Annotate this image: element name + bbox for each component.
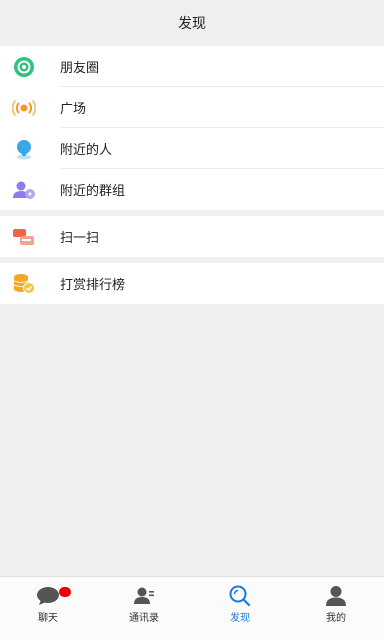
- menu-item-scan[interactable]: 扫一扫: [0, 216, 384, 257]
- menu-item-label: 扫一扫: [60, 231, 100, 246]
- unread-badge: [59, 587, 71, 597]
- contacts-icon: [132, 585, 156, 607]
- discover-search-icon: [228, 585, 252, 607]
- moments-icon: [12, 55, 36, 79]
- tab-discover[interactable]: 发现: [192, 577, 288, 640]
- page-title: 发现: [178, 16, 206, 32]
- broadcast-icon: [12, 96, 36, 120]
- menu-item-plaza[interactable]: 广场: [0, 87, 384, 128]
- menu-item-nearby-groups[interactable]: 附近的群组: [0, 169, 384, 210]
- menu-item-label: 附近的人: [60, 143, 113, 158]
- menu-item-label: 附近的群组: [60, 184, 126, 199]
- tab-label: 聊天: [38, 613, 58, 624]
- location-pin-icon: [12, 137, 36, 161]
- tab-me[interactable]: 我的: [288, 577, 384, 640]
- tab-chat[interactable]: 聊天: [0, 577, 96, 640]
- profile-icon: [324, 585, 348, 607]
- discover-group-scan: 扫一扫: [0, 216, 384, 257]
- menu-item-reward-ranking[interactable]: 打赏排行榜: [0, 263, 384, 304]
- bottom-tab-bar: 聊天 通讯录 发现 我的: [0, 576, 384, 640]
- tab-label: 发现: [230, 613, 250, 624]
- top-bar: 发现: [0, 0, 384, 46]
- menu-item-label: 打赏排行榜: [60, 278, 126, 293]
- menu-item-nearby-people[interactable]: 附近的人: [0, 128, 384, 169]
- menu-item-label: 朋友圈: [60, 61, 100, 76]
- tab-contacts[interactable]: 通讯录: [96, 577, 192, 640]
- group-icon: [12, 178, 36, 202]
- menu-item-moments[interactable]: 朋友圈: [0, 46, 384, 87]
- discover-group-rewards: 打赏排行榜: [0, 263, 384, 304]
- chat-bubble-icon: [36, 585, 60, 607]
- coins-icon: [12, 272, 36, 296]
- tab-label: 通讯录: [129, 613, 159, 624]
- tab-label: 我的: [326, 613, 346, 624]
- discover-group-social: 朋友圈 广场 附近的人 附近的群组: [0, 46, 384, 210]
- scan-icon: [12, 225, 36, 249]
- menu-item-label: 广场: [60, 102, 87, 117]
